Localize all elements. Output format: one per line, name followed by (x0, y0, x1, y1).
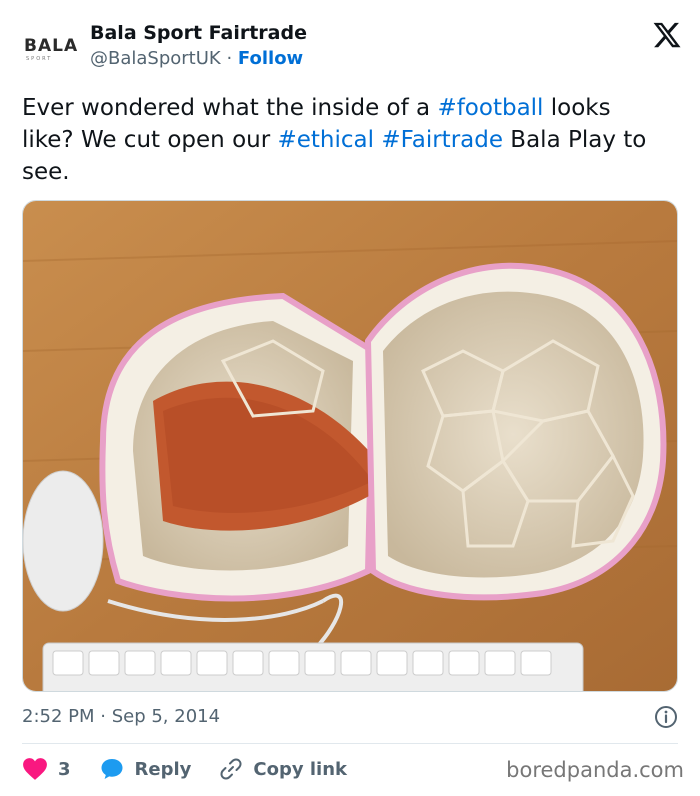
tweet-text: Ever wondered what the inside of a #foot… (22, 92, 662, 188)
handle-row: @BalaSportUK · Follow (90, 46, 307, 72)
handle[interactable]: @BalaSportUK (90, 48, 221, 69)
link-icon (220, 758, 242, 780)
author-names: Bala Sport Fairtrade @BalaSportUK · Foll… (90, 20, 307, 72)
copy-link-label: Copy link (253, 758, 347, 780)
tweet-text-segment: Ever wondered what the inside of a (22, 95, 438, 121)
divider (22, 743, 678, 744)
avatar-logo-subtext: SPORT (26, 56, 53, 62)
hashtag-link[interactable]: #football (437, 95, 543, 121)
info-icon[interactable] (654, 705, 678, 729)
avatar-logo-text: BALA (24, 36, 79, 56)
display-name[interactable]: Bala Sport Fairtrade (90, 20, 307, 46)
watermark: boredpanda.com (506, 758, 684, 782)
like-button[interactable]: 3 (22, 757, 71, 781)
tweet-timestamp[interactable]: 2:52 PM · Sep 5, 2014 (22, 704, 220, 730)
avatar[interactable]: BALA SPORT (22, 32, 80, 62)
follow-button[interactable]: Follow (238, 48, 303, 69)
reply-label: Reply (134, 758, 192, 780)
football-photo (23, 201, 677, 691)
separator: · (226, 48, 233, 69)
heart-icon (23, 758, 47, 780)
tweet-header: BALA SPORT Bala Sport Fairtrade @BalaSpo… (22, 20, 682, 76)
tweet-photo[interactable] (22, 200, 678, 692)
tweet-actions: 3 Reply Copy link (22, 754, 375, 784)
reply-bubble-icon (101, 759, 123, 779)
copy-link-button[interactable]: Copy link (219, 757, 347, 781)
hashtag-link[interactable]: #ethical (277, 127, 374, 153)
hashtag-link[interactable]: #Fairtrade (381, 127, 503, 153)
reply-button[interactable]: Reply (99, 757, 192, 781)
like-count: 3 (58, 758, 71, 780)
x-logo-icon[interactable] (652, 20, 682, 50)
